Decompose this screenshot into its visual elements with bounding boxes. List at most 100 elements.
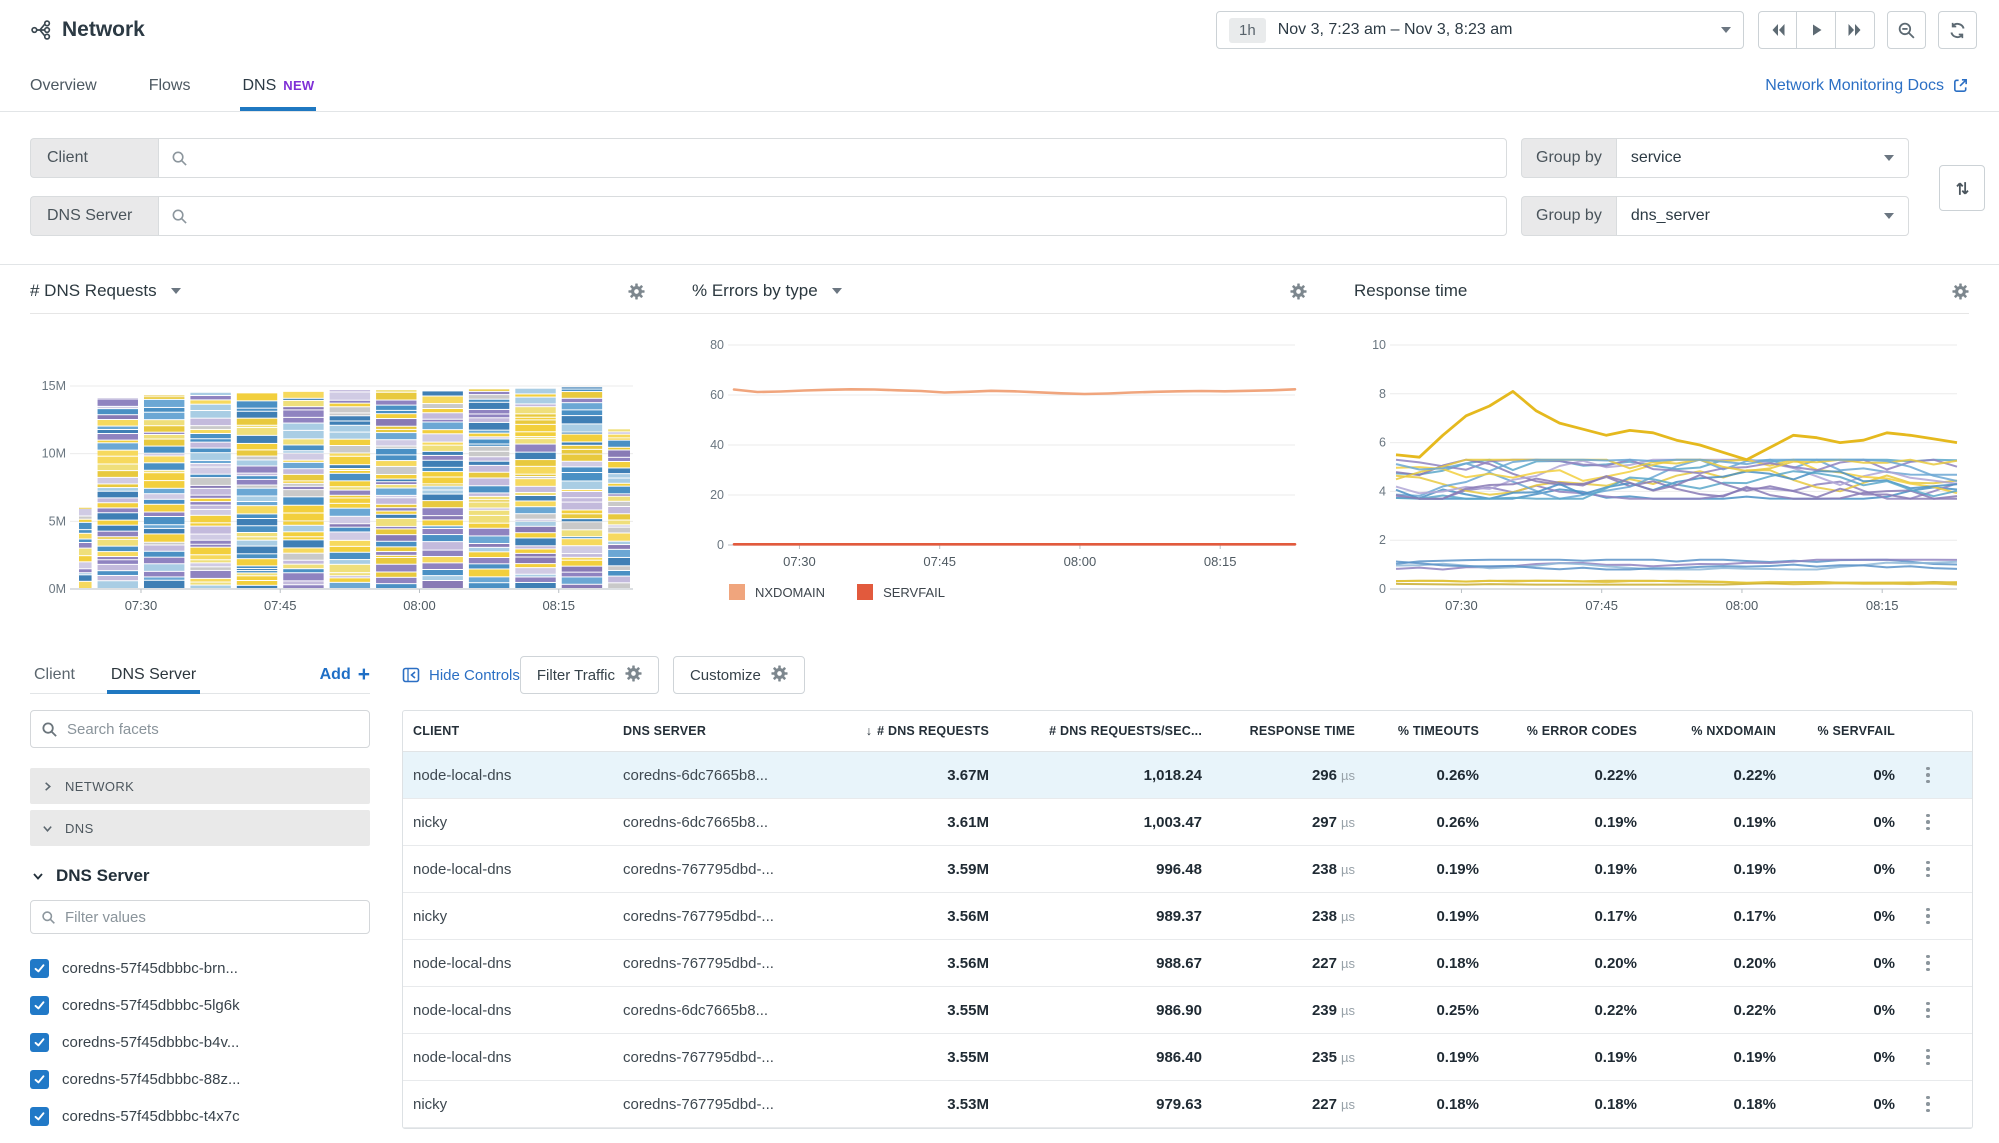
svg-text:10: 10 xyxy=(1372,338,1386,352)
network-monitoring-page: Network 1h Nov 3, 7:23 am – Nov 3, 8:23 … xyxy=(0,0,1999,1143)
svg-text:6: 6 xyxy=(1379,436,1386,450)
dns-server-search-input[interactable] xyxy=(196,208,1494,225)
table-row[interactable]: node-local-dnscoredns-767795dbd-...3.56M… xyxy=(403,940,1972,987)
facet-value-checkbox-row[interactable]: coredns-57f45dbbbc-b4v... xyxy=(30,1024,370,1061)
column-header--timeouts[interactable]: % TIMEOUTS xyxy=(1365,711,1489,751)
time-play-button[interactable] xyxy=(1797,11,1836,49)
row-menu-kebab-icon[interactable] xyxy=(1920,855,1936,884)
refresh-button[interactable] xyxy=(1938,11,1977,49)
cell-client: node-local-dns xyxy=(403,1049,613,1066)
dns-server-groupby-select[interactable]: dns_server xyxy=(1616,196,1909,236)
row-menu-kebab-icon[interactable] xyxy=(1920,761,1936,790)
cell-dns-server: coredns-767795dbd-... xyxy=(613,861,831,878)
refresh-icon xyxy=(1948,21,1967,40)
gear-icon[interactable] xyxy=(1952,283,1969,300)
time-range-picker[interactable]: 1h Nov 3, 7:23 am – Nov 3, 8:23 am xyxy=(1216,11,1744,49)
column-header--dns-requests[interactable]: ↓# DNS REQUESTS xyxy=(831,711,999,751)
tab-overview[interactable]: Overview xyxy=(30,60,97,111)
table-row[interactable]: node-local-dnscoredns-767795dbd-...3.59M… xyxy=(403,846,1972,893)
cell-servfail: 0% xyxy=(1786,767,1905,784)
legend-item-servfail[interactable]: SERVFAIL xyxy=(857,584,945,600)
svg-text:10M: 10M xyxy=(42,447,66,461)
search-facets-input[interactable] xyxy=(67,721,359,738)
cell-requests: 3.56M xyxy=(831,908,999,925)
tab-flows[interactable]: Flows xyxy=(149,60,191,111)
tab-dns[interactable]: DNS NEW xyxy=(242,60,314,111)
zoom-out-button[interactable] xyxy=(1887,11,1926,49)
filter-values-input[interactable] xyxy=(65,909,359,926)
charts-row: 0M5M10M15M07:3007:4508:0008:15 020406080… xyxy=(30,314,1969,642)
facet-tab-client[interactable]: Client xyxy=(30,656,79,693)
row-menu-kebab-icon[interactable] xyxy=(1920,808,1936,837)
column-header-client[interactable]: CLIENT xyxy=(403,711,613,751)
svg-text:08:15: 08:15 xyxy=(1866,598,1899,613)
checkbox-checked[interactable] xyxy=(30,959,49,978)
table-row[interactable]: nickycoredns-6dc7665b8...3.61M1,003.4729… xyxy=(403,799,1972,846)
time-backward-button[interactable] xyxy=(1758,11,1797,49)
row-menu-kebab-icon[interactable] xyxy=(1920,996,1936,1025)
column-header--error-codes[interactable]: % ERROR CODES xyxy=(1489,711,1647,751)
checkbox-checked[interactable] xyxy=(30,1070,49,1089)
hide-controls-button[interactable]: Hide Controls xyxy=(402,666,520,684)
response-time-chart-header: Response time xyxy=(1354,281,1969,313)
time-forward-button[interactable] xyxy=(1836,11,1875,49)
servfail-swatch xyxy=(857,584,873,600)
errors-chart-title[interactable]: % Errors by type xyxy=(692,281,818,301)
add-facet-button[interactable]: Add+ xyxy=(320,664,370,685)
cell-timeouts: 0.18% xyxy=(1365,955,1489,972)
table-row[interactable]: node-local-dnscoredns-6dc7665b8...3.55M9… xyxy=(403,987,1972,1034)
checkbox-checked[interactable] xyxy=(30,1107,49,1126)
swap-filters-button[interactable] xyxy=(1939,165,1985,211)
column-header-dns-server[interactable]: DNS SERVER xyxy=(613,711,831,751)
nxdomain-swatch xyxy=(729,584,745,600)
checkbox-checked[interactable] xyxy=(30,996,49,1015)
chevron-down-icon[interactable] xyxy=(171,288,181,294)
column-header--dns-requests-sec-[interactable]: # DNS REQUESTS/SEC... xyxy=(999,711,1212,751)
svg-text:80: 80 xyxy=(710,338,724,352)
column-header--nxdomain[interactable]: % NXDOMAIN xyxy=(1647,711,1786,751)
customize-button[interactable]: Customize xyxy=(673,656,805,694)
table-row[interactable]: node-local-dnscoredns-6dc7665b8...3.67M1… xyxy=(403,752,1972,799)
facet-value-checkbox-row[interactable]: coredns-57f45dbbbc-t4x7c xyxy=(30,1098,370,1135)
gear-icon[interactable] xyxy=(628,283,645,300)
facet-value-label: coredns-57f45dbbbc-b4v... xyxy=(62,1034,239,1051)
table-row[interactable]: nickycoredns-767795dbd-...3.56M989.37238… xyxy=(403,893,1972,940)
row-menu-kebab-icon[interactable] xyxy=(1920,949,1936,978)
legend-item-nxdomain[interactable]: NXDOMAIN xyxy=(729,584,825,600)
gear-icon[interactable] xyxy=(1290,283,1307,300)
cell-servfail: 0% xyxy=(1786,1049,1905,1066)
client-groupby-label: Group by xyxy=(1521,138,1616,178)
svg-text:0M: 0M xyxy=(49,582,66,596)
column-header--servfail[interactable]: % SERVFAIL xyxy=(1786,711,1905,751)
filter-traffic-button[interactable]: Filter Traffic xyxy=(520,656,659,694)
facet-value-checkbox-row[interactable]: coredns-57f45dbbbc-5lg6k xyxy=(30,987,370,1024)
facet-tabs: Client DNS Server Add+ xyxy=(30,656,370,694)
cell-client: node-local-dns xyxy=(403,955,613,972)
errors-chart-legend: NXDOMAIN SERVFAIL xyxy=(729,584,945,600)
chevron-down-icon[interactable] xyxy=(832,288,842,294)
row-menu-kebab-icon[interactable] xyxy=(1920,902,1936,931)
dns-requests-chart-title[interactable]: # DNS Requests xyxy=(30,281,157,301)
table-row[interactable]: nickycoredns-767795dbd-...3.53M979.63227… xyxy=(403,1081,1972,1128)
row-menu-kebab-icon[interactable] xyxy=(1920,1043,1936,1072)
facet-dns-server-header[interactable]: DNS Server xyxy=(30,866,370,886)
cell-client: node-local-dns xyxy=(403,1002,613,1019)
chevron-down-icon xyxy=(1884,213,1894,219)
facet-value-label: coredns-57f45dbbbc-88z... xyxy=(62,1071,240,1088)
facet-value-checkbox-row[interactable]: coredns-57f45dbbbc-88z... xyxy=(30,1061,370,1098)
facet-group-network[interactable]: NETWORK xyxy=(30,768,370,804)
docs-link[interactable]: Network Monitoring Docs xyxy=(1765,77,1969,95)
network-icon xyxy=(30,19,52,41)
search-icon xyxy=(171,150,188,167)
search-icon xyxy=(41,721,58,738)
column-header-response-time[interactable]: RESPONSE TIME xyxy=(1212,711,1365,751)
facet-tab-dns-server[interactable]: DNS Server xyxy=(107,656,200,693)
table-row[interactable]: node-local-dnscoredns-767795dbd-...3.55M… xyxy=(403,1034,1972,1081)
client-groupby-select[interactable]: service xyxy=(1616,138,1909,178)
checkbox-checked[interactable] xyxy=(30,1033,49,1052)
client-search-input[interactable] xyxy=(196,150,1494,167)
facet-group-dns[interactable]: DNS xyxy=(30,810,370,846)
cell-dns-server: coredns-6dc7665b8... xyxy=(613,767,831,784)
facet-value-checkbox-row[interactable]: coredns-57f45dbbbc-brn... xyxy=(30,950,370,987)
row-menu-kebab-icon[interactable] xyxy=(1920,1090,1936,1119)
